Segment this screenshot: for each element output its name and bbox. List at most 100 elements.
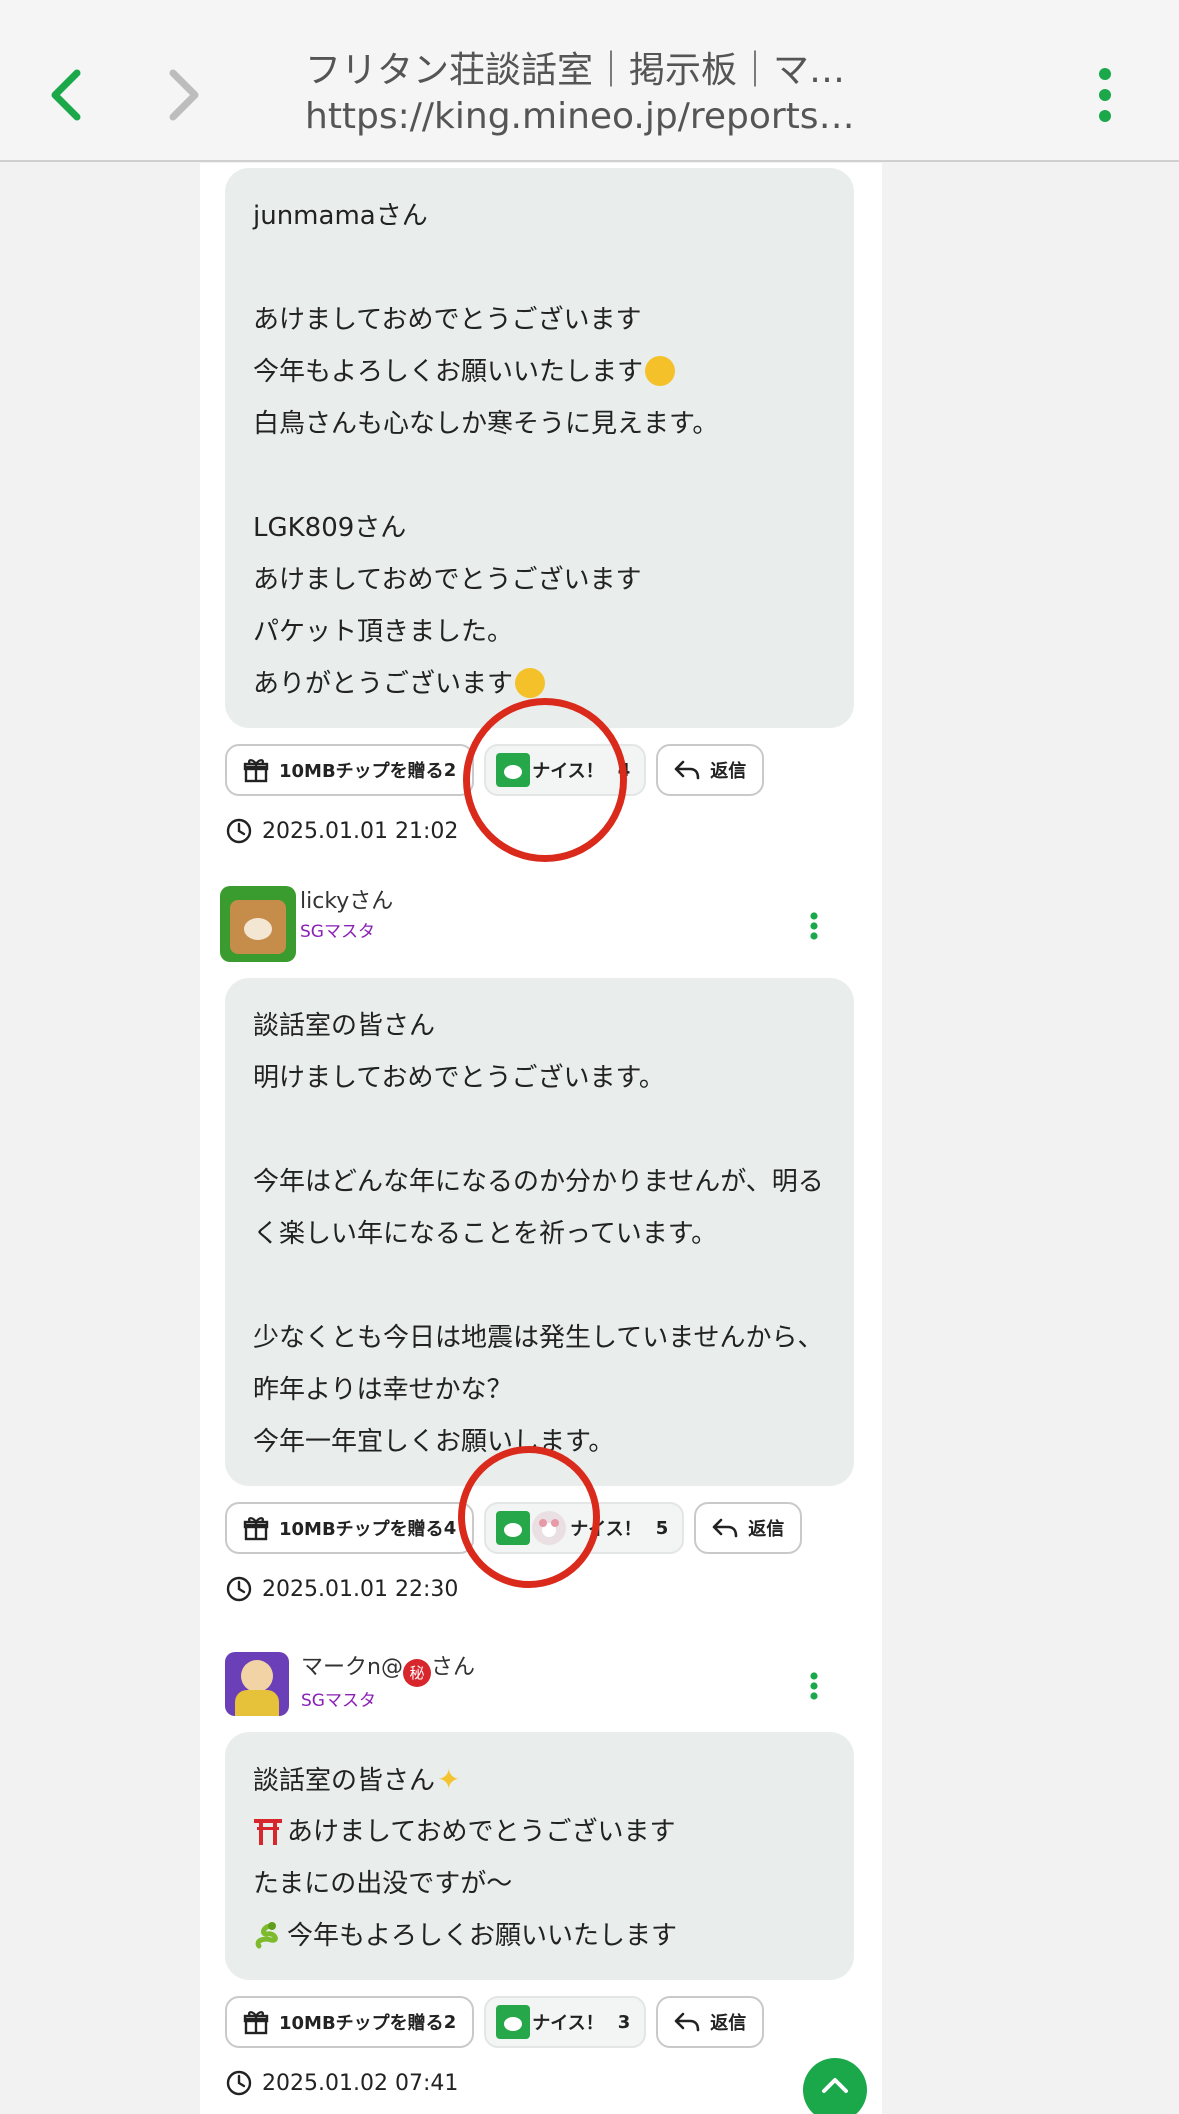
tip-button[interactable]: 10MBチップを贈る 2 [225,1996,475,2048]
browser-toolbar: フリタン荘談話室｜掲示板｜マ… https://king.mineo.jp/re… [0,0,1179,162]
timestamp-text: 2025.01.01 22:30 [262,1576,459,1602]
page-title: フリタン荘談話室｜掲示板｜マ… [305,50,846,91]
post-line: 少なくとも今日は地震は発生していませんから、 [253,1323,824,1353]
post-line-text: ありがとうございます [253,669,514,699]
post-line [253,1260,826,1312]
tip-button[interactable]: 10MBチップを贈る 4 [225,1502,475,1554]
back-button[interactable] [20,50,110,140]
nice-label: ナイス！ [570,1519,642,1540]
reply-icon [712,1517,738,1539]
post-author[interactable]: lickyさん SGマスタ [220,886,393,962]
post-line-text: 今年もよろしくお願いいたします [287,1921,678,1951]
page-url: https://king.mineo.jp/reports… [305,96,855,137]
more-vertical-icon [810,1672,818,1700]
author-name: lickyさん [300,889,394,914]
post-line: たまにの出没ですが〜 [253,1869,513,1899]
post-menu-button[interactable] [800,1666,828,1706]
post-line [253,450,826,502]
reply-button[interactable]: 返信 [694,1502,803,1554]
more-vertical-icon [1099,68,1111,122]
page-title-area[interactable]: フリタン荘談話室｜掲示板｜マ… https://king.mineo.jp/re… [305,48,865,140]
avatar[interactable] [220,886,296,962]
clock-icon [226,2070,252,2096]
secret-badge-icon: 秘 [402,1659,431,1687]
nice-stamp-icon [496,753,531,787]
snake-icon [253,1916,283,1949]
torii-icon [253,1812,283,1845]
author-name-prefix: マークn@ [301,1655,403,1680]
reply-label: 返信 [748,1519,785,1540]
forward-button[interactable] [140,50,230,140]
post-bubble: junmamaさん あけましておめでとうございます 今年もよろしくお願いいたしま… [225,168,854,728]
author-name: マークn@ 秘さん [301,1652,475,1687]
tip-label: 10MBチップを贈る [279,1519,444,1540]
post-line: LGK809さん [253,513,407,543]
chevron-right-icon [169,69,199,121]
post-line: 昨年よりは幸せかな？ [253,1375,513,1405]
browser-menu-button[interactable] [1060,50,1150,140]
post-line [253,242,826,294]
nice-button[interactable]: ナイス！ 3 [484,1996,647,2048]
reply-label: 返信 [710,761,747,782]
tip-button[interactable]: 10MBチップを贈る 2 [225,744,475,796]
nice-count: 3 [617,2011,631,2033]
reply-button[interactable]: 返信 [656,744,765,796]
post-timestamp: 2025.01.01 22:30 [226,1576,458,1602]
author-rank: SGマスタ [301,1691,376,1711]
post-line: junmamaさん [253,201,428,231]
post-line: 今年はどんな年になるのか分かりませんが、明る [253,1167,824,1197]
post-line: 白鳥さんも心なしか寒そうに見えます。 [253,409,719,439]
post-line: あけましておめでとうございます [253,305,642,335]
gift-icon [243,2009,269,2035]
post-line-text: 今年もよろしくお願いいたします [253,357,644,387]
smiling-emoji-icon [515,668,546,698]
author-name-suffix: さん [430,1655,475,1680]
mouse-stamp-icon [532,1511,567,1545]
post-line: 明けましておめでとうございます。 [253,1063,665,1093]
post-menu-button[interactable] [800,906,828,946]
timestamp-text: 2025.01.01 21:02 [262,818,459,844]
post-actions: 10MBチップを贈る 2 ナイス！ 3 返信 [225,1996,765,2048]
grinning-squint-emoji-icon [645,356,676,386]
post-line-text: 談話室の皆さん [253,1766,436,1796]
post-author[interactable]: マークn@ 秘さん SGマスタ [225,1652,475,1716]
post-line: あけましておめでとうございます [253,565,642,595]
avatar[interactable] [225,1652,289,1716]
post-bubble: 談話室の皆さん 明けましておめでとうございます。 今年はどんな年になるのか分かり… [225,978,854,1486]
reply-icon [674,2011,700,2033]
nice-button[interactable]: ナイス！ 5 [484,1502,685,1554]
post-line: ありがとうございます [253,658,826,710]
nice-button[interactable]: ナイス！ 4 [484,744,647,796]
post-line: 今年もよろしくお願いいたします [253,1910,826,1962]
reply-button[interactable]: 返信 [656,1996,765,2048]
post-line [253,1104,826,1156]
post-actions: 10MBチップを贈る 2 ナイス！ 4 返信 [225,744,765,796]
post-bubble: 談話室の皆さん✦ あけましておめでとうございます たまにの出没ですが〜 今年もよ… [225,1732,854,1980]
clock-icon [226,818,252,844]
post-line: く楽しい年になることを祈っています。 [253,1219,718,1249]
gift-icon [243,757,269,783]
nice-stamp-icon [496,2005,531,2039]
tip-count: 4 [443,1517,457,1539]
post-line: パケット頂きました。 [253,617,514,647]
author-rank: SGマスタ [300,922,375,942]
tip-label: 10MBチップを贈る [279,761,444,782]
post-timestamp: 2025.01.01 21:02 [226,818,458,844]
nice-label: ナイス！ [532,2013,604,2034]
tip-count: 2 [443,759,457,781]
post-timestamp: 2025.01.02 07:41 [226,2070,458,2096]
clock-icon [226,1576,252,1602]
post-line: 談話室の皆さん✦ [253,1754,826,1806]
chevron-up-icon [822,2078,848,2093]
reply-icon [674,759,700,781]
nice-label: ナイス！ [532,761,604,782]
tip-count: 2 [443,2011,457,2033]
post-line: 今年もよろしくお願いいたします [253,346,826,398]
nice-stamp-icon [496,1511,531,1545]
sparkles-icon: ✦ [437,1763,461,1796]
more-vertical-icon [810,912,818,940]
reply-label: 返信 [710,2013,747,2034]
post-line: 今年一年宜しくお願いします。 [253,1427,615,1457]
post-line: あけましておめでとうございます [253,1806,826,1858]
scroll-to-top-button[interactable] [803,2058,867,2114]
